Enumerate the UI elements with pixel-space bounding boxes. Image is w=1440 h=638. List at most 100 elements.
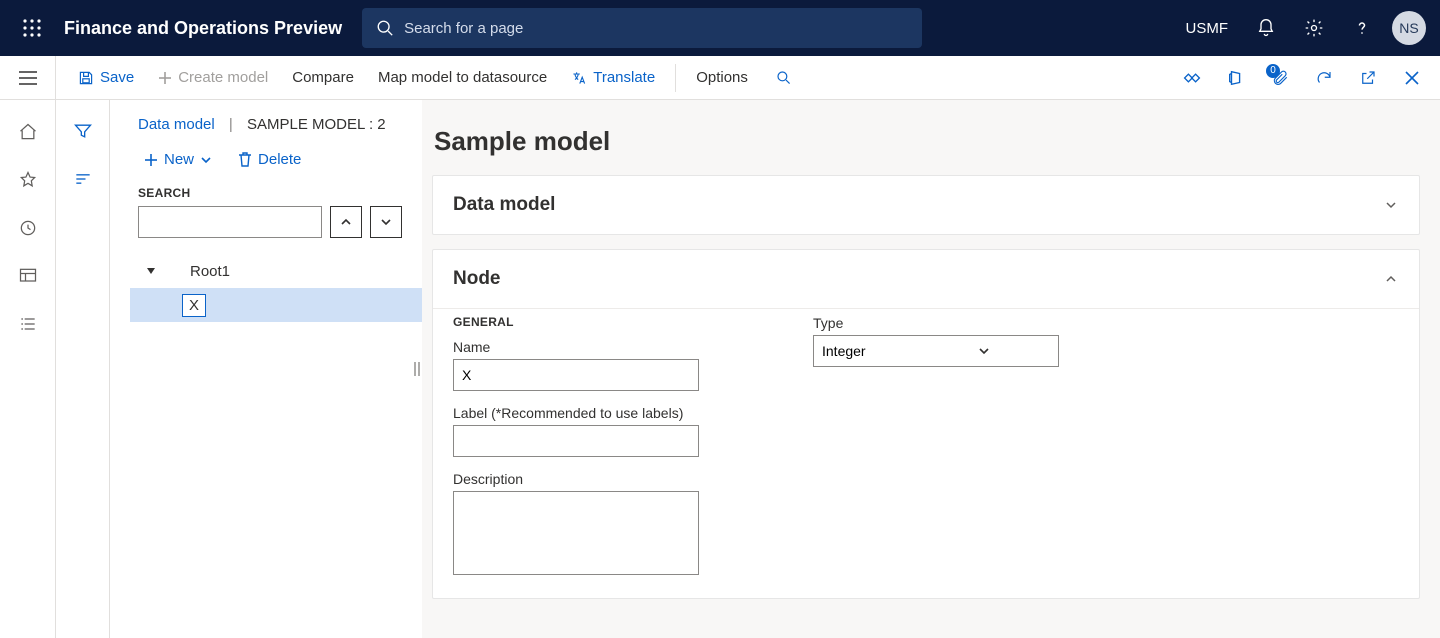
name-field[interactable] (453, 359, 699, 391)
breadcrumb-current: SAMPLE MODEL : 2 (247, 116, 386, 133)
global-search[interactable] (362, 8, 922, 48)
refresh-button[interactable] (1304, 58, 1344, 98)
nav-favorites[interactable] (0, 156, 56, 204)
tree-node-root-label: Root1 (190, 263, 230, 280)
page-title: Sample model (432, 100, 1420, 175)
panel-resize-handle[interactable] (410, 100, 424, 638)
office-button[interactable] (1216, 58, 1256, 98)
compare-button[interactable]: Compare (282, 56, 364, 100)
app-launcher-button[interactable] (8, 0, 56, 56)
close-button[interactable] (1392, 58, 1432, 98)
filter-icon (73, 121, 93, 141)
search-prev-button[interactable] (330, 206, 362, 238)
section-node-header[interactable]: Node (433, 250, 1419, 309)
nav-modules[interactable] (0, 300, 56, 348)
create-model-label: Create model (178, 69, 268, 86)
tree-node-child[interactable]: X (130, 288, 422, 322)
user-avatar[interactable]: NS (1392, 11, 1426, 45)
compare-label: Compare (292, 69, 354, 86)
tree-panel: Data model | SAMPLE MODEL : 2 New Delete… (110, 100, 422, 638)
section-node-label: Node (453, 268, 501, 290)
connector-button[interactable] (1172, 58, 1212, 98)
refresh-icon (1315, 69, 1333, 87)
gear-icon (1304, 18, 1324, 38)
new-node-button[interactable]: New (138, 147, 218, 172)
search-icon (776, 70, 792, 86)
type-label: Type (813, 315, 1033, 331)
delete-label: Delete (258, 151, 301, 168)
nav-home[interactable] (0, 108, 56, 156)
attachments-badge: 0 (1266, 64, 1280, 78)
diamond-icon (1183, 69, 1201, 87)
filter-button[interactable] (56, 110, 110, 152)
page-search-button[interactable] (762, 56, 806, 100)
collapse-caret-icon (146, 266, 156, 276)
nav-recent[interactable] (0, 204, 56, 252)
global-search-input[interactable] (404, 20, 908, 37)
workspace-icon (18, 266, 38, 286)
name-label: Name (453, 339, 753, 355)
nav-workspaces[interactable] (0, 252, 56, 300)
search-icon (376, 19, 394, 37)
separator (675, 64, 676, 92)
nav-toggle-button[interactable] (0, 56, 56, 100)
clock-icon (18, 218, 38, 238)
section-data-model-header[interactable]: Data model (433, 176, 1419, 234)
section-data-model: Data model (432, 175, 1420, 235)
work-area: Data model | SAMPLE MODEL : 2 New Delete… (110, 100, 1440, 638)
translate-button[interactable]: Translate (561, 56, 665, 100)
chevron-down-icon (1383, 197, 1399, 213)
modules-icon (18, 314, 38, 334)
map-model-button[interactable]: Map model to datasource (368, 56, 557, 100)
breadcrumb-root[interactable]: Data model (138, 116, 215, 133)
grip-icon (414, 360, 420, 378)
popout-button[interactable] (1348, 58, 1388, 98)
breadcrumb-sep: | (219, 116, 243, 133)
tree-node-child-label: X (182, 294, 206, 317)
attachments-button[interactable]: 0 (1260, 58, 1300, 98)
translate-icon (571, 70, 587, 86)
label-field-label: Label (*Recommended to use labels) (453, 405, 753, 421)
general-heading: GENERAL (453, 315, 753, 329)
save-icon (78, 70, 94, 86)
options-label: Options (696, 69, 748, 86)
type-select-value[interactable] (813, 335, 1059, 367)
close-icon (1404, 70, 1420, 86)
tree-search-input[interactable] (138, 206, 322, 238)
avatar-initials: NS (1399, 20, 1418, 36)
sort-icon (73, 169, 93, 189)
app-title: Finance and Operations Preview (64, 18, 342, 39)
help-button[interactable] (1340, 0, 1384, 56)
notifications-button[interactable] (1244, 0, 1288, 56)
star-icon (18, 170, 38, 190)
section-node: Node GENERAL Name Label (*Recommended to… (432, 249, 1420, 599)
search-next-button[interactable] (370, 206, 402, 238)
options-button[interactable]: Options (686, 56, 758, 100)
breadcrumb: Data model | SAMPLE MODEL : 2 (110, 100, 422, 141)
bell-icon (1256, 18, 1276, 38)
save-button[interactable]: Save (68, 56, 144, 100)
top-navbar: Finance and Operations Preview USMF NS (0, 0, 1440, 56)
tree-node-root[interactable]: Root1 (130, 254, 422, 288)
trash-icon (238, 152, 252, 168)
sort-button[interactable] (56, 158, 110, 200)
section-data-model-label: Data model (453, 194, 555, 216)
chevron-down-icon (379, 215, 393, 229)
secondary-rail (56, 100, 110, 638)
create-model-button: Create model (148, 56, 278, 100)
label-field[interactable] (453, 425, 699, 457)
popout-icon (1359, 69, 1377, 87)
delete-node-button[interactable]: Delete (232, 147, 307, 172)
type-select[interactable] (813, 335, 999, 367)
chevron-up-icon (1383, 271, 1399, 287)
plus-icon (144, 153, 158, 167)
description-field[interactable] (453, 491, 699, 575)
plus-icon (158, 71, 172, 85)
command-bar: Save Create model Compare Map model to d… (0, 56, 1440, 100)
settings-button[interactable] (1292, 0, 1336, 56)
company-indicator[interactable]: USMF (1174, 20, 1241, 37)
chevron-down-icon (200, 154, 212, 166)
help-icon (1352, 18, 1372, 38)
new-label: New (164, 151, 194, 168)
hamburger-icon (18, 70, 38, 86)
